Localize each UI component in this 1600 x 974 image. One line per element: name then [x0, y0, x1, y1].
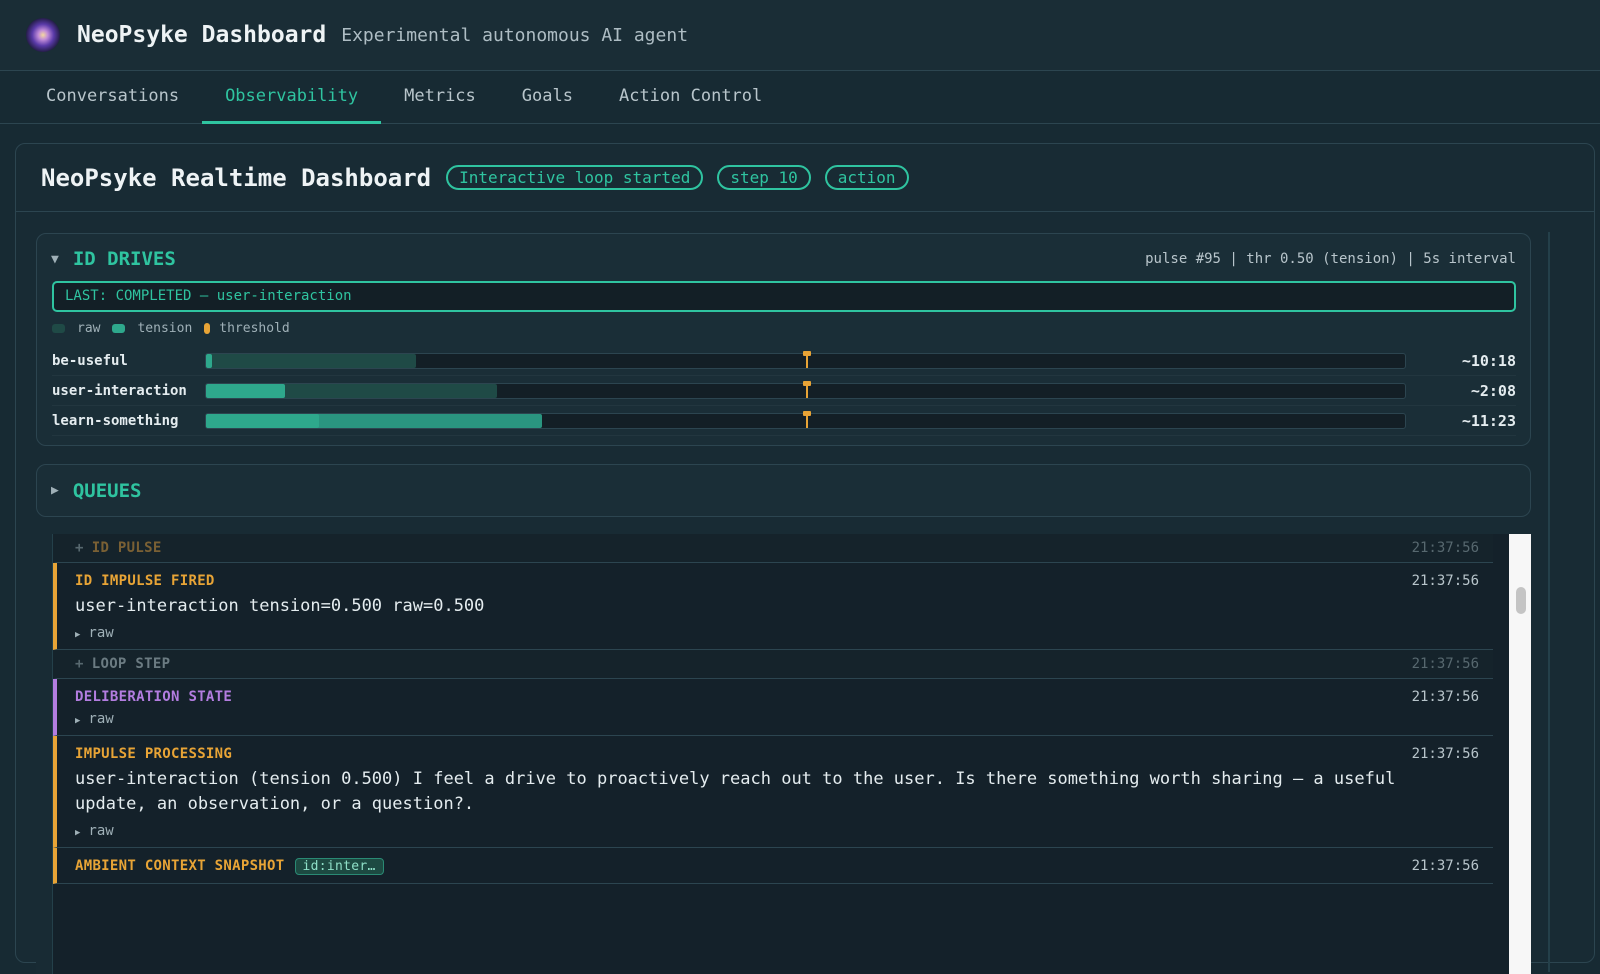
pulse-meta: pulse #95 | thr 0.50 (tension) | 5s inte… — [1145, 251, 1516, 267]
status-badge: Interactive loop started — [446, 165, 703, 190]
entry-time: 21:37:56 — [1412, 689, 1479, 705]
id-drives-section: ▼ ID DRIVES pulse #95 | thr 0.50 (tensio… — [36, 233, 1531, 446]
log-entry[interactable]: + ID PULSE 21:37:56 — [53, 534, 1493, 563]
entry-time: 21:37:56 — [1412, 540, 1479, 556]
entry-tag: id:inter… — [295, 858, 384, 875]
tab-metrics[interactable]: Metrics — [381, 71, 499, 124]
drive-row: learn-something ~11:23 — [52, 406, 1516, 436]
entry-body: user-interaction (tension 0.500) I feel … — [75, 767, 1445, 817]
legend-threshold: threshold — [219, 321, 289, 336]
raw-swatch — [52, 324, 65, 333]
raw-toggle[interactable]: ▶ raw — [75, 823, 1475, 839]
log-entry[interactable]: + LOOP STEP 21:37:56 — [53, 650, 1493, 679]
drive-eta: ~11:23 — [1462, 412, 1516, 430]
raw-label: raw — [88, 625, 113, 641]
divider — [1548, 232, 1550, 972]
log-gutter — [36, 534, 53, 974]
mode-badge: action — [825, 165, 909, 190]
id-drives-title: ID DRIVES — [73, 248, 176, 270]
id-drives-header[interactable]: ▼ ID DRIVES pulse #95 | thr 0.50 (tensio… — [51, 248, 1516, 270]
logo-icon — [26, 18, 60, 52]
entry-title: ID PULSE — [92, 540, 162, 556]
tension-fill — [206, 354, 212, 368]
raw-toggle[interactable]: ▶ raw — [75, 711, 1475, 727]
last-status: LAST: COMPLETED — user-interaction — [52, 281, 1516, 312]
app-header: NeoPsyke Dashboard Experimental autonomo… — [0, 0, 1600, 71]
tab-observability[interactable]: Observability — [202, 71, 381, 124]
entry-body: user-interaction tension=0.500 raw=0.500 — [75, 594, 1445, 619]
entry-title: LOOP STEP — [92, 656, 171, 672]
app-title: NeoPsyke Dashboard — [77, 22, 326, 48]
entry-title: ID IMPULSE FIRED — [75, 573, 215, 589]
log-entry[interactable]: ID IMPULSE FIRED 21:37:56 user-interactio… — [53, 563, 1493, 650]
realtime-panel: NeoPsyke Realtime Dashboard Interactive … — [15, 143, 1595, 963]
caret-right-icon[interactable]: ▶ — [51, 483, 59, 498]
raw-label: raw — [88, 823, 113, 839]
threshold-swatch — [204, 323, 210, 334]
threshold-marker — [806, 381, 808, 398]
step-badge: step 10 — [717, 165, 810, 190]
drive-bar — [205, 383, 1406, 399]
drive-row: user-interaction ~2:08 — [52, 376, 1516, 406]
entry-time: 21:37:56 — [1412, 656, 1479, 672]
log-entry[interactable]: DELIBERATION STATE 21:37:56 ▶ raw — [53, 679, 1493, 736]
expand-icon[interactable]: + — [75, 656, 84, 672]
drive-bar — [205, 413, 1406, 429]
caret-down-icon[interactable]: ▼ — [51, 252, 59, 267]
drive-bar — [205, 353, 1406, 369]
drive-name: user-interaction — [52, 383, 205, 399]
queues-section[interactable]: ▶ QUEUES — [36, 464, 1531, 517]
panel-header: NeoPsyke Realtime Dashboard Interactive … — [16, 144, 1594, 212]
caret-right-icon: ▶ — [75, 828, 80, 838]
entry-title: AMBIENT CONTEXT SNAPSHOT — [75, 858, 285, 874]
tension-fill — [206, 414, 319, 428]
legend-tension: tension — [137, 321, 192, 336]
entry-title: IMPULSE PROCESSING — [75, 746, 232, 762]
entry-time: 21:37:56 — [1412, 573, 1479, 589]
legend: raw tension threshold — [52, 321, 302, 336]
raw-toggle[interactable]: ▶ raw — [75, 625, 1475, 641]
tab-goals[interactable]: Goals — [499, 71, 596, 124]
drive-eta: ~10:18 — [1462, 352, 1516, 370]
event-log: +ID PULSE 21:37:56ID IMPULSE FIRED 21:37… — [36, 534, 1531, 974]
queues-title: QUEUES — [73, 480, 142, 502]
drive-name: learn-something — [52, 413, 205, 429]
drive-name: be-useful — [52, 353, 205, 369]
drive-row: be-useful ~10:18 — [52, 346, 1516, 376]
expand-icon[interactable]: + — [75, 540, 84, 556]
raw-label: raw — [88, 711, 113, 727]
caret-right-icon: ▶ — [75, 630, 80, 640]
entry-title: DELIBERATION STATE — [75, 689, 232, 705]
log-entries: +ID PULSE 21:37:56ID IMPULSE FIRED 21:37… — [53, 534, 1493, 884]
tab-conversations[interactable]: Conversations — [23, 71, 202, 124]
tension-swatch — [112, 324, 125, 333]
log-entry[interactable]: AMBIENT CONTEXT SNAPSHOT id:inter… 21:37:… — [53, 848, 1493, 884]
scrollbar-thumb[interactable] — [1516, 587, 1526, 614]
panel-title: NeoPsyke Realtime Dashboard — [41, 164, 431, 192]
raw-fill — [206, 354, 416, 368]
log-entry[interactable]: IMPULSE PROCESSING 21:37:56 user-interact… — [53, 736, 1493, 848]
threshold-marker — [806, 411, 808, 428]
tension-fill — [206, 384, 285, 398]
legend-raw: raw — [77, 321, 100, 336]
main-nav: Conversations Observability Metrics Goal… — [0, 71, 1600, 124]
scrollbar[interactable] — [1509, 534, 1531, 974]
drive-eta: ~2:08 — [1471, 382, 1516, 400]
app-subtitle: Experimental autonomous AI agent — [341, 25, 688, 46]
tab-action-control[interactable]: Action Control — [596, 71, 785, 124]
entry-time: 21:37:56 — [1412, 858, 1479, 874]
caret-right-icon: ▶ — [75, 716, 80, 726]
threshold-marker — [806, 351, 808, 368]
entry-time: 21:37:56 — [1412, 746, 1479, 762]
